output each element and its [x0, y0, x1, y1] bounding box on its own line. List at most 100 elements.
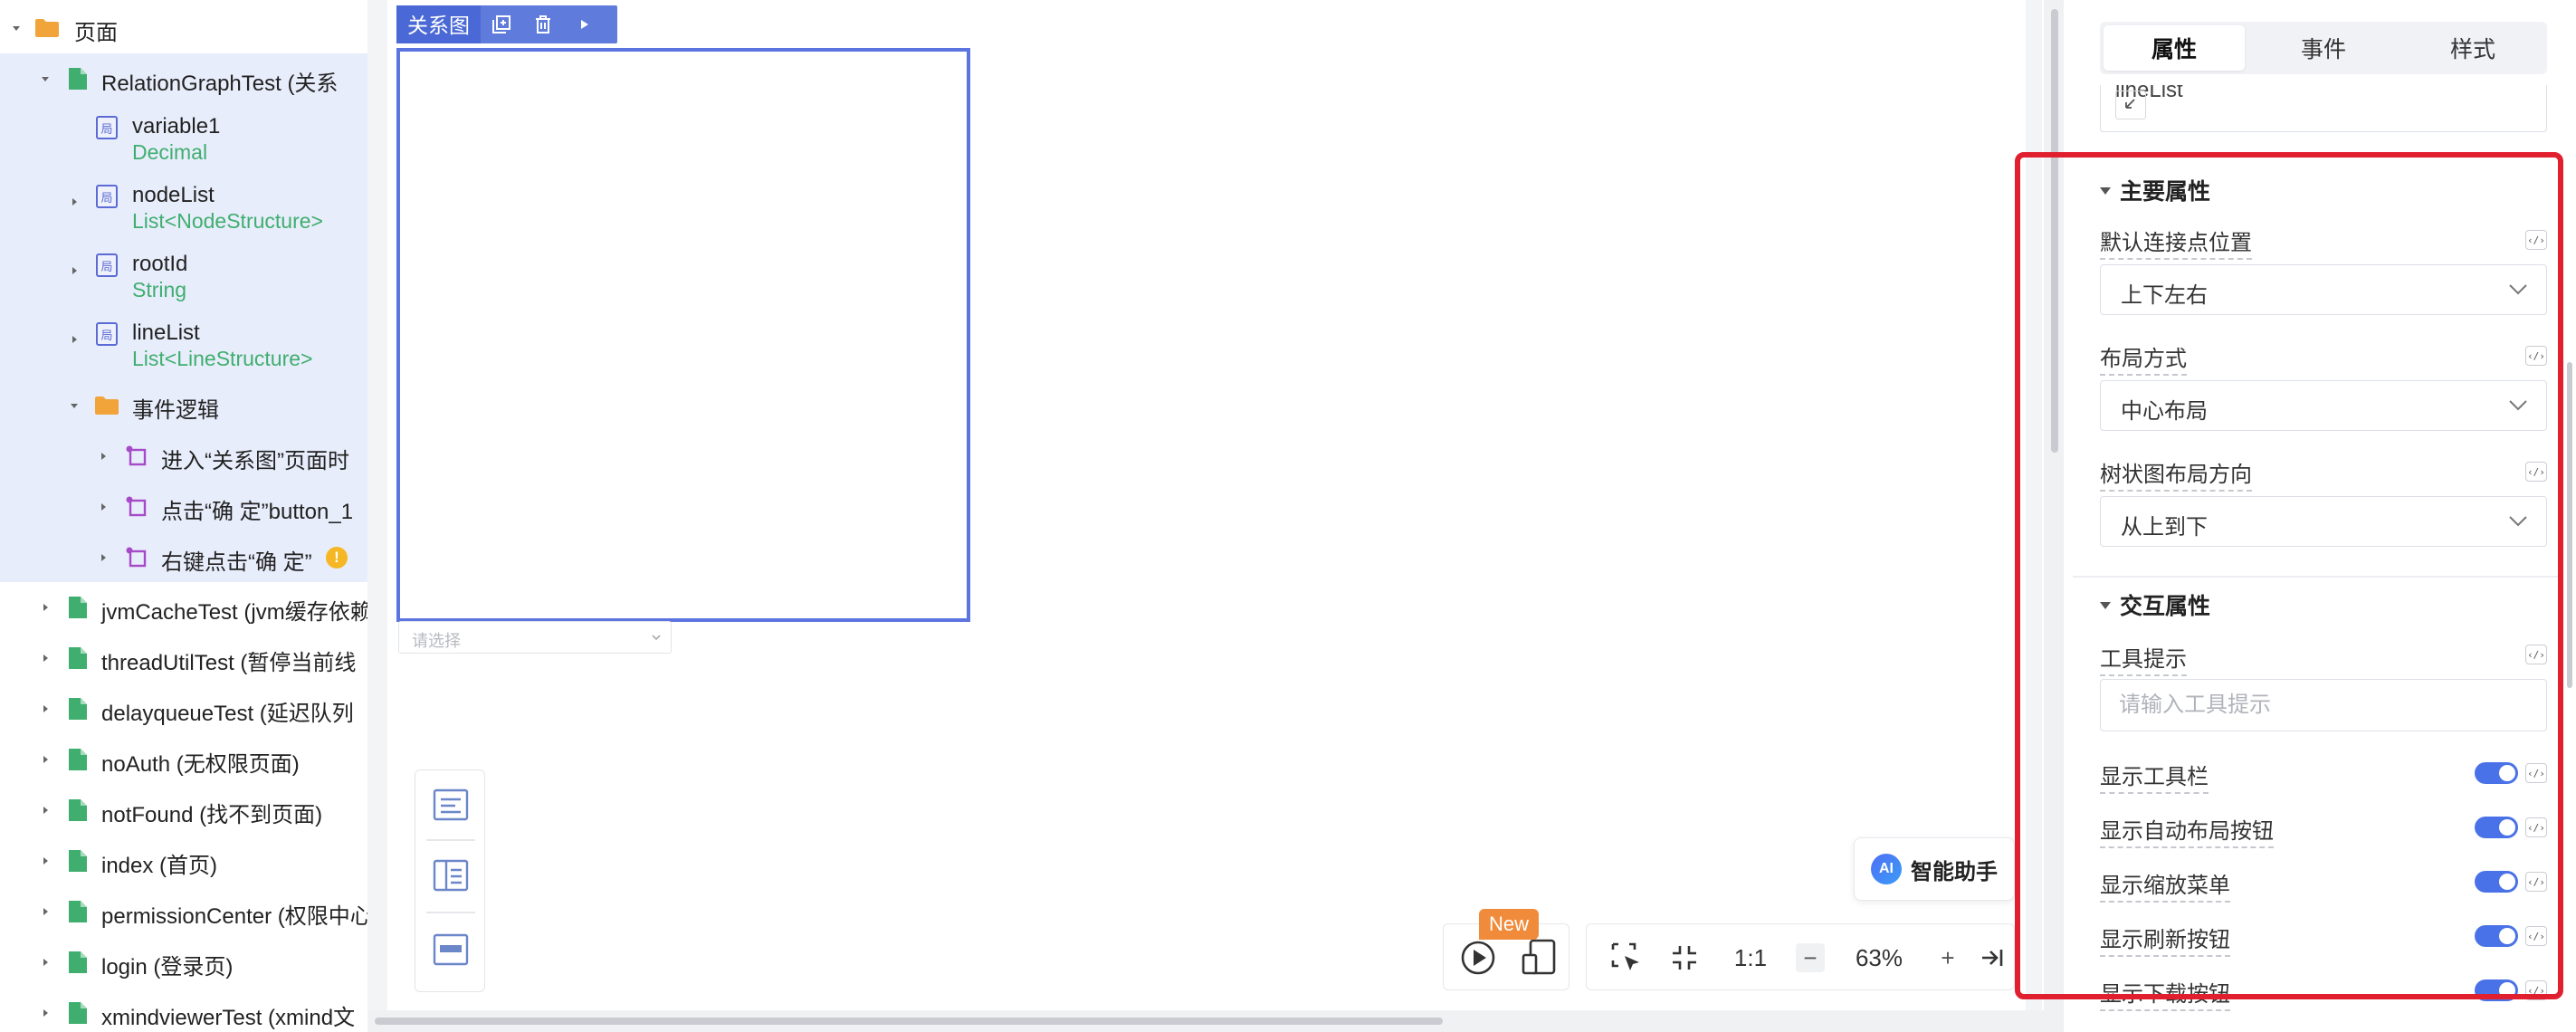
- component-toolbar: 关系图: [396, 5, 617, 43]
- chevron-right-icon[interactable]: [38, 752, 52, 767]
- page-label: threadUtilTest (暂停当前线: [101, 651, 357, 675]
- play-circle-icon[interactable]: [1460, 940, 1496, 976]
- page-label: permissionCenter (权限中心: [101, 904, 367, 929]
- component-name-tag[interactable]: 关系图: [396, 5, 481, 43]
- page-icon: [69, 647, 87, 669]
- tab-properties[interactable]: 属性: [2104, 25, 2245, 71]
- page-icon: [69, 951, 87, 973]
- minus-icon: −: [1796, 943, 1825, 972]
- zoom-value: 63%: [1855, 943, 1903, 971]
- fit-screen-icon[interactable]: [1657, 924, 1712, 991]
- page-icon: [69, 1002, 87, 1024]
- chevron-right-icon[interactable]: [38, 955, 52, 970]
- page-icon: [69, 799, 87, 821]
- variable-type: List<NodeStructure>: [132, 209, 323, 233]
- event-logic-icon: [126, 547, 147, 568]
- variable-name: rootId: [132, 252, 188, 276]
- chevron-right-icon[interactable]: [38, 651, 52, 665]
- page-icon: [69, 597, 87, 618]
- tab-styles[interactable]: 样式: [2402, 25, 2543, 71]
- play-icon[interactable]: [564, 5, 606, 43]
- zoom-in-button[interactable]: +: [1925, 924, 1970, 991]
- chevron-down-icon[interactable]: [67, 398, 81, 413]
- page-icon: [69, 749, 87, 770]
- chevron-down-icon[interactable]: [38, 72, 52, 86]
- tree-variable-row[interactable]: 局 variable1 Decimal: [0, 107, 367, 170]
- tree-page-row[interactable]: delayqueueTest (延迟队列: [0, 683, 367, 734]
- page-icon: [69, 698, 87, 720]
- tree-variable-row[interactable]: 局 nodeList List<NodeStructure>: [0, 176, 367, 239]
- canvas-horizontal-scrollbar[interactable]: [367, 1010, 2044, 1032]
- chevron-right-icon[interactable]: [67, 263, 81, 278]
- tree-root-label: 页面: [74, 21, 118, 45]
- tree-page-row[interactable]: notFound (找不到页面): [0, 785, 367, 836]
- panel-tabs: 属性 事件 样式: [2100, 22, 2547, 74]
- zoom-out-button[interactable]: −: [1788, 924, 1833, 991]
- trash-icon[interactable]: [522, 5, 564, 43]
- tree-event-row[interactable]: 右键点击“确 定” !: [0, 532, 367, 583]
- chevron-right-icon[interactable]: [96, 500, 110, 514]
- tree-event-folder[interactable]: 事件逻辑: [0, 380, 367, 431]
- event-folder-label: 事件逻辑: [132, 398, 219, 423]
- preview-device-icon[interactable]: [1522, 939, 1558, 977]
- tree-page-label: RelationGraphTest (关系: [101, 72, 339, 96]
- actual-size-button[interactable]: 1:1: [1719, 924, 1782, 991]
- tree-page-active[interactable]: RelationGraphTest (关系: [0, 53, 367, 104]
- layout-panel-icon[interactable]: [433, 859, 469, 892]
- tree-variable-row[interactable]: 局 rootId String: [0, 244, 367, 308]
- tree-page-row[interactable]: threadUtilTest (暂停当前线: [0, 633, 367, 683]
- copy-icon[interactable]: [481, 5, 522, 43]
- component-select[interactable]: 请选择: [398, 621, 672, 654]
- variable-badge-icon: 局: [96, 116, 118, 139]
- chevron-right-icon[interactable]: [67, 332, 81, 347]
- variable-badge-icon: 局: [96, 253, 118, 277]
- chevron-right-icon[interactable]: [38, 803, 52, 817]
- red-highlight-annotation: [2015, 152, 2563, 999]
- collapse-panel-icon[interactable]: [1974, 924, 2010, 991]
- ai-assistant-button[interactable]: AI 智能助手: [1854, 837, 2015, 901]
- zoom-controls: 1:1 − 63% +: [1586, 923, 2015, 990]
- chevron-right-icon[interactable]: [38, 904, 52, 919]
- event-logic-icon: [126, 496, 147, 517]
- panel-scrollbar[interactable]: [2567, 362, 2572, 688]
- page-icon: [69, 850, 87, 872]
- ai-logo-icon: AI: [1871, 854, 1902, 884]
- chevron-right-icon[interactable]: [38, 600, 52, 615]
- tree-page-row[interactable]: index (首页): [0, 836, 367, 886]
- chevron-right-icon[interactable]: [38, 702, 52, 716]
- chevron-right-icon[interactable]: [67, 195, 81, 209]
- tree-event-row[interactable]: 进入“关系图”页面时: [0, 431, 367, 482]
- warning-icon[interactable]: !: [326, 547, 348, 569]
- tree-page-row[interactable]: noAuth (无权限页面): [0, 734, 367, 785]
- variable-type: List<LineStructure>: [132, 347, 313, 370]
- line-list-field[interactable]: lineList: [2100, 85, 2547, 132]
- tree-root-row[interactable]: 页面: [0, 3, 367, 53]
- page-label: noAuth (无权限页面): [101, 752, 300, 777]
- select-area-icon[interactable]: [1599, 924, 1654, 991]
- format-text-icon[interactable]: [433, 788, 469, 821]
- expand-icon[interactable]: [2115, 91, 2146, 119]
- ai-assistant-label: 智能助手: [1911, 859, 1998, 884]
- component-box-icon[interactable]: [433, 933, 469, 966]
- chevron-right-icon[interactable]: [38, 1006, 52, 1020]
- chevron-down-icon[interactable]: [9, 21, 24, 35]
- plus-icon: +: [1941, 943, 1955, 971]
- event-label: 点击“确 定”button_1: [161, 500, 354, 524]
- relation-graph-component[interactable]: [396, 48, 970, 622]
- page-label: delayqueueTest (延迟队列: [101, 702, 354, 726]
- tab-events[interactable]: 事件: [2253, 25, 2394, 71]
- select-placeholder: 请选择: [412, 632, 461, 650]
- tree-page-row[interactable]: xmindviewerTest (xmind文: [0, 988, 367, 1032]
- tree-page-row[interactable]: login (登录页): [0, 937, 367, 988]
- tree-event-row[interactable]: 点击“确 定”button_1: [0, 482, 367, 532]
- new-badge: New: [1479, 909, 1539, 940]
- variable-type: Decimal: [132, 140, 208, 164]
- tree-page-row[interactable]: permissionCenter (权限中心: [0, 886, 367, 937]
- chevron-right-icon[interactable]: [96, 550, 110, 565]
- chevron-right-icon[interactable]: [96, 449, 110, 463]
- scroll-thumb[interactable]: [375, 1018, 1443, 1025]
- tree-variable-row[interactable]: 局 lineList List<LineStructure>: [0, 313, 367, 377]
- chevron-right-icon[interactable]: [38, 854, 52, 868]
- tree-page-row[interactable]: jvmCacheTest (jvm缓存依赖: [0, 582, 367, 633]
- canvas-side-tools: [415, 769, 485, 992]
